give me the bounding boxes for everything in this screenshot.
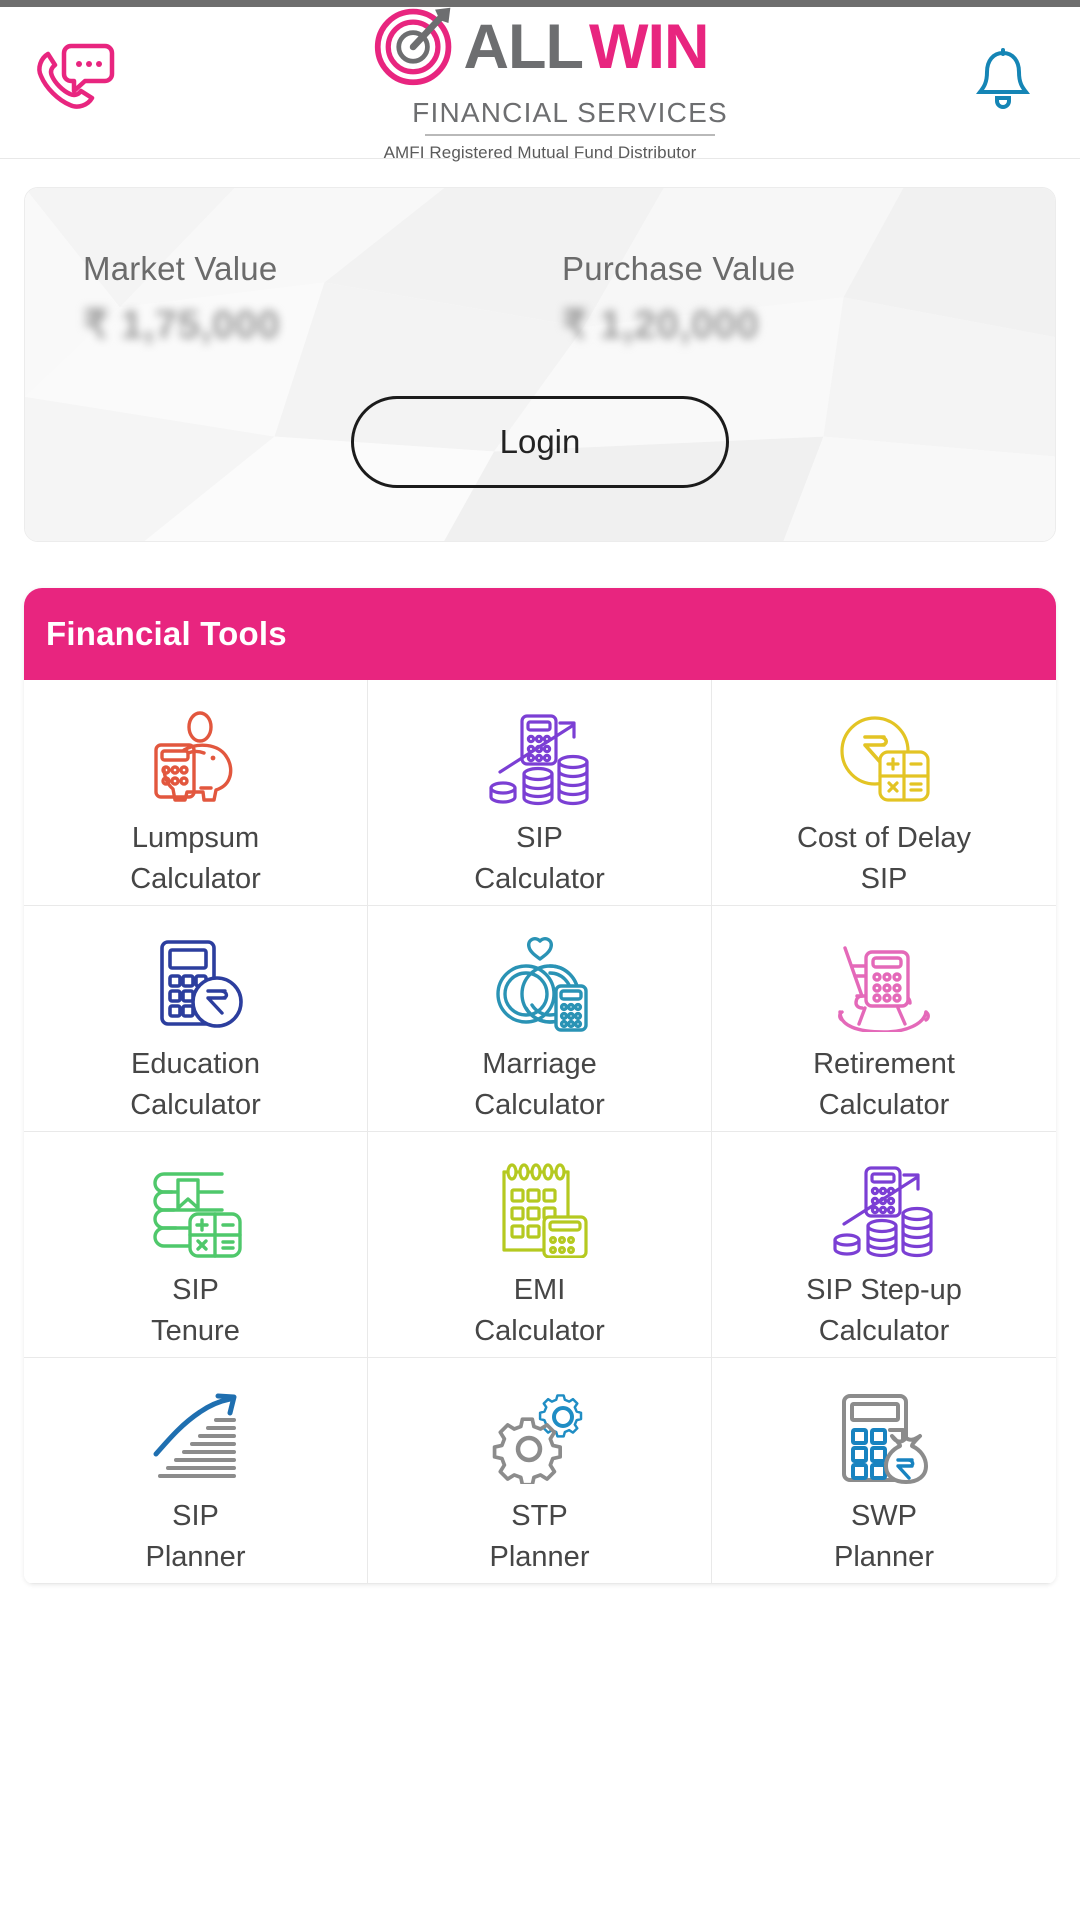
tool-label: Retirement Calculator	[813, 1048, 955, 1122]
tool-label: Education Calculator	[130, 1048, 261, 1122]
tool-sip-stepup-calculator[interactable]: SIP Step-up Calculator	[712, 1132, 1056, 1358]
marriage-rings-icon	[488, 932, 592, 1036]
tool-label: SWP Planner	[834, 1500, 934, 1574]
financial-tools-panel: Financial Tools Lumpsum Calculator SIP C…	[24, 588, 1056, 1584]
tool-label: Lumpsum Calculator	[130, 822, 261, 896]
values-row: Market Value ₹ 1,75,000 Purchase Value ₹…	[25, 188, 1055, 348]
phone-chat-icon	[31, 40, 117, 125]
brand-logo: ALL WIN FINANCIAL SERVICES AMFI Registere…	[352, 2, 728, 163]
stepup-coins-icon	[832, 1158, 936, 1262]
tool-sip-calculator[interactable]: SIP Calculator	[368, 680, 712, 906]
piggy-bank-calculator-icon	[144, 706, 248, 810]
tool-cost-of-delay-sip[interactable]: Cost of Delay SIP	[712, 680, 1056, 906]
login-button[interactable]: Login	[351, 396, 729, 488]
financial-tools-grid: Lumpsum Calculator SIP Calculator Cost o…	[24, 680, 1056, 1584]
tool-stp-planner[interactable]: STP Planner	[368, 1358, 712, 1584]
purchase-value-block: Purchase Value ₹ 1,20,000	[518, 250, 997, 348]
calendar-calculator-icon	[488, 1158, 592, 1262]
tool-label: SIP Planner	[145, 1500, 246, 1574]
bell-icon	[974, 47, 1032, 118]
tool-label: SIP Tenure	[151, 1274, 240, 1348]
rocking-chair-icon	[832, 932, 936, 1036]
market-value-label: Market Value	[83, 250, 278, 287]
market-value-amount: ₹ 1,75,000	[83, 303, 281, 347]
logo-word-win: WIN	[589, 12, 709, 82]
notifications-button[interactable]	[968, 45, 1038, 121]
tool-label: Marriage Calculator	[474, 1048, 605, 1122]
tool-sip-tenure[interactable]: SIP Tenure	[24, 1132, 368, 1358]
tool-retirement-calculator[interactable]: Retirement Calculator	[712, 906, 1056, 1132]
logo-subtitle: FINANCIAL SERVICES	[412, 97, 728, 128]
tool-label: SIP Step-up Calculator	[806, 1274, 962, 1348]
app-header: ALL WIN FINANCIAL SERVICES AMFI Registere…	[0, 7, 1080, 162]
target-dart-icon	[372, 2, 458, 93]
tool-sip-planner[interactable]: SIP Planner	[24, 1358, 368, 1584]
tool-label: SIP Calculator	[474, 822, 605, 896]
tool-emi-calculator[interactable]: EMI Calculator	[368, 1132, 712, 1358]
gears-icon	[488, 1384, 592, 1488]
logo-tagline: AMFI Registered Mutual Fund Distributor	[383, 143, 697, 162]
education-calculator-icon	[144, 932, 248, 1036]
tool-label: EMI Calculator	[474, 1274, 605, 1348]
calculator-moneybag-icon	[832, 1384, 936, 1488]
tool-marriage-calculator[interactable]: Marriage Calculator	[368, 906, 712, 1132]
sip-coins-growth-icon	[488, 706, 592, 810]
logo-word-all: ALL	[463, 12, 584, 82]
tool-label: Cost of Delay SIP	[796, 822, 972, 896]
support-chat-button[interactable]	[28, 40, 120, 126]
rupee-coin-calculator-icon	[832, 706, 936, 810]
tool-swp-planner[interactable]: SWP Planner	[712, 1358, 1056, 1584]
portfolio-summary-card: Market Value ₹ 1,75,000 Purchase Value ₹…	[24, 187, 1056, 542]
tool-lumpsum-calculator[interactable]: Lumpsum Calculator	[24, 680, 368, 906]
market-value-block: Market Value ₹ 1,75,000	[83, 250, 518, 348]
growth-bars-arrow-icon	[144, 1384, 248, 1488]
purchase-value-amount: ₹ 1,20,000	[562, 303, 760, 347]
book-bookmark-calc-icon	[144, 1158, 248, 1262]
tool-label: STP Planner	[489, 1500, 590, 1574]
tool-education-calculator[interactable]: Education Calculator	[24, 906, 368, 1132]
logo-divider	[425, 134, 715, 136]
financial-tools-title: Financial Tools	[24, 588, 1056, 680]
purchase-value-label: Purchase Value	[562, 250, 796, 287]
